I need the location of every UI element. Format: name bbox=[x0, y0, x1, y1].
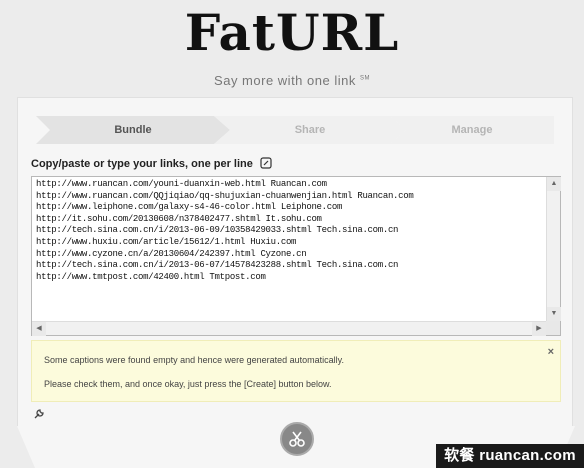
step-share-label: Share bbox=[294, 124, 326, 136]
main-panel: Bundle Share Manage Copy/paste or type y… bbox=[17, 97, 573, 427]
links-text[interactable]: http://www.ruancan.com/youni-duanxin-web… bbox=[36, 179, 544, 321]
close-icon[interactable]: × bbox=[548, 346, 554, 358]
notice-box: Some captions were found empty and hence… bbox=[31, 340, 561, 402]
scroll-down-icon[interactable]: ▼ bbox=[547, 307, 561, 321]
tagline: Say more with one link SM bbox=[0, 73, 584, 88]
wrench-icon[interactable] bbox=[33, 408, 45, 420]
step-progress: Bundle Share Manage bbox=[36, 116, 554, 144]
step-manage[interactable]: Manage bbox=[390, 116, 554, 144]
service-mark: SM bbox=[359, 75, 370, 82]
vertical-scrollbar[interactable]: ▲ ▼ bbox=[546, 177, 561, 321]
create-button[interactable] bbox=[280, 422, 314, 456]
step-bundle-label: Bundle bbox=[114, 124, 152, 136]
scroll-left-icon[interactable]: ◀ bbox=[32, 322, 46, 336]
step-bundle[interactable]: Bundle bbox=[36, 116, 230, 144]
app-logo: FatURL bbox=[184, 3, 400, 62]
notice-line-2: Please check them, and once okay, just p… bbox=[44, 379, 332, 389]
links-textarea[interactable]: http://www.ruancan.com/youni-duanxin-web… bbox=[31, 176, 561, 336]
resize-corner[interactable] bbox=[546, 321, 560, 335]
edit-icon[interactable] bbox=[260, 157, 272, 169]
links-label: Copy/paste or type your links, one per l… bbox=[31, 157, 272, 170]
watermark: 软餐 ruancan.com bbox=[436, 444, 584, 468]
links-label-text: Copy/paste or type your links, one per l… bbox=[31, 158, 253, 170]
scroll-up-icon[interactable]: ▲ bbox=[547, 177, 561, 191]
scroll-right-icon[interactable]: ▶ bbox=[532, 322, 546, 336]
step-manage-label: Manage bbox=[451, 124, 493, 136]
step-share[interactable]: Share bbox=[214, 116, 406, 144]
scissors-icon bbox=[289, 431, 305, 447]
tagline-text: Say more with one link bbox=[214, 73, 356, 88]
notice-line-1: Some captions were found empty and hence… bbox=[44, 355, 345, 365]
horizontal-scrollbar[interactable]: ◀ ▶ bbox=[32, 321, 546, 336]
